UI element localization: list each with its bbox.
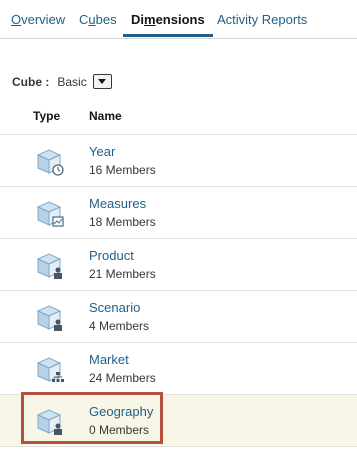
cube-dropdown-button[interactable] <box>92 74 112 89</box>
accounts-dimension-icon <box>36 201 64 227</box>
cube-selector: Cube : Basic <box>12 74 112 89</box>
time-dimension-icon <box>36 149 64 176</box>
dimension-name-link[interactable]: Market <box>89 352 129 367</box>
access-key-letter: m <box>144 12 156 27</box>
member-count: 0 Members <box>89 423 150 437</box>
tab-overview[interactable]: Overview <box>11 12 65 27</box>
cube-label: Cube : <box>12 74 50 89</box>
hierarchy-dimension-icon <box>36 357 64 382</box>
member-count: 4 Members <box>89 319 150 333</box>
dimension-name-link[interactable]: Product <box>89 248 134 263</box>
dimension-name-link[interactable]: Measures <box>89 196 146 211</box>
tab-bar: Overview Cubes Dimensions Activity Repor… <box>0 0 357 39</box>
member-count: 21 Members <box>89 267 156 281</box>
regular-dimension-icon <box>36 253 62 279</box>
regular-dimension-icon <box>36 409 62 435</box>
tab-activity-reports[interactable]: Activity Reports <box>217 12 307 27</box>
table-row[interactable]: Geography 0 Members <box>0 395 357 447</box>
dimension-name-link[interactable]: Year <box>89 144 115 159</box>
cube-value: Basic <box>57 74 87 89</box>
table-header: Type Name <box>0 100 357 135</box>
access-key-letter: O <box>11 12 22 27</box>
column-header-name: Name <box>89 109 122 123</box>
dimension-name-link[interactable]: Scenario <box>89 300 140 315</box>
table-row[interactable]: Year 16 Members <box>0 135 357 187</box>
table-row[interactable]: Scenario 4 Members <box>0 291 357 343</box>
access-key-letter: u <box>88 12 96 27</box>
member-count: 16 Members <box>89 163 156 177</box>
table-row[interactable]: Product 21 Members <box>0 239 357 291</box>
regular-dimension-icon <box>36 305 62 331</box>
table-row[interactable]: Market 24 Members <box>0 343 357 395</box>
member-count: 18 Members <box>89 215 156 229</box>
tab-dimensions[interactable]: Dimensions <box>123 12 213 37</box>
tab-cubes[interactable]: Cubes <box>79 12 117 27</box>
member-count: 24 Members <box>89 371 156 385</box>
dimension-name-link[interactable]: Geography <box>89 404 153 419</box>
table-row[interactable]: Measures 18 Members <box>0 187 357 239</box>
column-header-type: Type <box>33 109 61 123</box>
